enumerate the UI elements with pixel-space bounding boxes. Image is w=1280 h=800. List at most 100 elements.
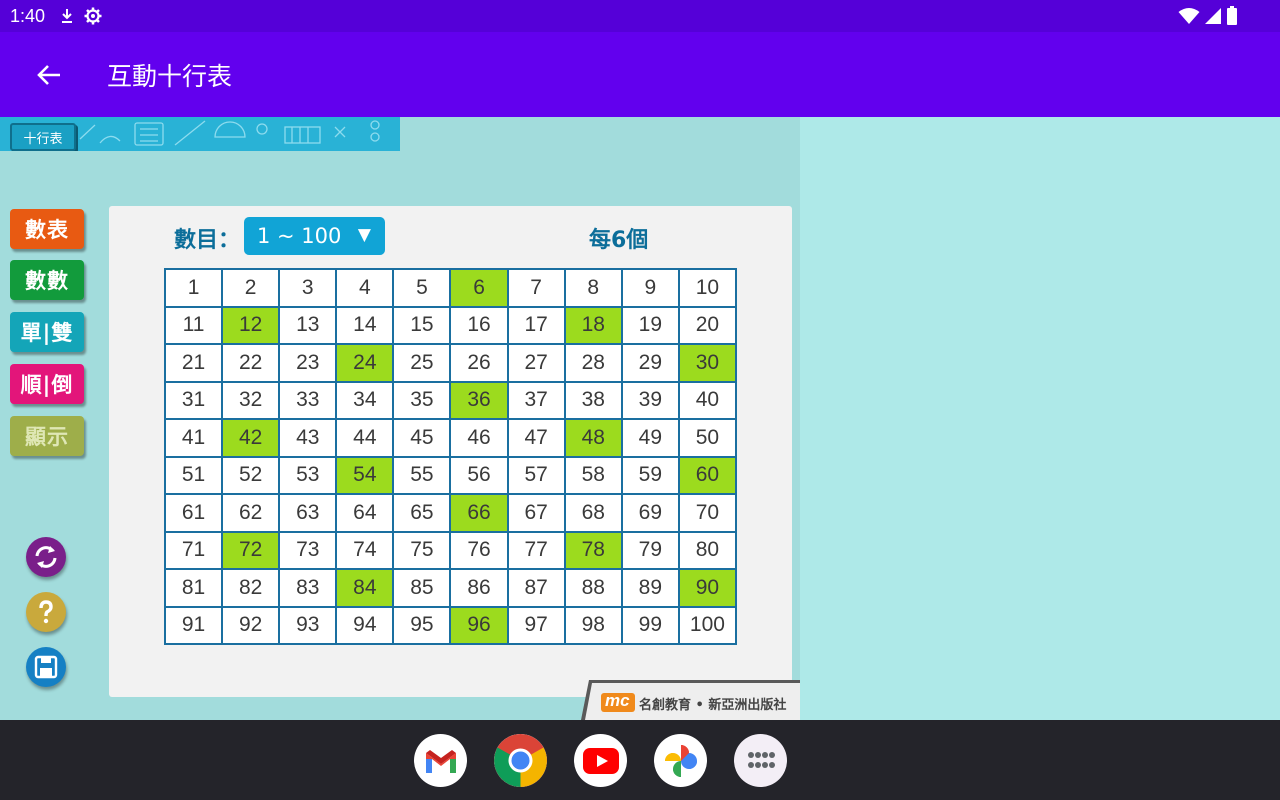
number-cell[interactable]: 70: [679, 495, 735, 531]
number-cell[interactable]: 87: [508, 570, 564, 606]
number-cell[interactable]: 61: [166, 495, 222, 531]
dock-photos[interactable]: [654, 734, 707, 787]
number-cell[interactable]: 9: [622, 270, 678, 306]
number-cell[interactable]: 71: [166, 532, 222, 568]
number-cell[interactable]: 45: [394, 420, 450, 456]
number-cell[interactable]: 27: [508, 345, 564, 381]
number-cell[interactable]: 4: [337, 270, 393, 306]
number-cell[interactable]: 59: [622, 457, 678, 493]
number-cell[interactable]: 58: [565, 457, 621, 493]
back-button[interactable]: [25, 51, 73, 99]
number-cell[interactable]: 11: [166, 307, 222, 343]
number-cell[interactable]: 32: [223, 382, 279, 418]
number-cell[interactable]: 16: [451, 307, 507, 343]
number-cell[interactable]: 98: [565, 607, 621, 643]
number-cell[interactable]: 23: [280, 345, 336, 381]
number-cell[interactable]: 64: [337, 495, 393, 531]
number-cell[interactable]: 72: [223, 532, 279, 568]
range-select[interactable]: 1 ~ 100 ▼: [244, 217, 385, 255]
number-cell[interactable]: 31: [166, 382, 222, 418]
number-cell[interactable]: 39: [622, 382, 678, 418]
number-cell[interactable]: 8: [565, 270, 621, 306]
number-cell[interactable]: 28: [565, 345, 621, 381]
number-cell[interactable]: 74: [337, 532, 393, 568]
number-cell[interactable]: 68: [565, 495, 621, 531]
number-cell[interactable]: 93: [280, 607, 336, 643]
number-cell[interactable]: 7: [508, 270, 564, 306]
number-cell[interactable]: 41: [166, 420, 222, 456]
number-cell[interactable]: 35: [394, 382, 450, 418]
number-cell[interactable]: 25: [394, 345, 450, 381]
number-table-button[interactable]: 數表: [10, 209, 84, 249]
show-button[interactable]: 顯示: [10, 416, 84, 456]
number-cell[interactable]: 22: [223, 345, 279, 381]
number-cell[interactable]: 53: [280, 457, 336, 493]
number-cell[interactable]: 3: [280, 270, 336, 306]
number-cell[interactable]: 5: [394, 270, 450, 306]
help-button[interactable]: [26, 592, 66, 632]
number-cell[interactable]: 47: [508, 420, 564, 456]
number-cell[interactable]: 88: [565, 570, 621, 606]
number-cell[interactable]: 63: [280, 495, 336, 531]
number-cell[interactable]: 1: [166, 270, 222, 306]
number-cell[interactable]: 52: [223, 457, 279, 493]
number-cell[interactable]: 18: [565, 307, 621, 343]
number-cell[interactable]: 92: [223, 607, 279, 643]
number-cell[interactable]: 95: [394, 607, 450, 643]
number-cell[interactable]: 12: [223, 307, 279, 343]
number-cell[interactable]: 15: [394, 307, 450, 343]
number-cell[interactable]: 20: [679, 307, 735, 343]
number-cell[interactable]: 91: [166, 607, 222, 643]
number-cell[interactable]: 13: [280, 307, 336, 343]
number-cell[interactable]: 90: [679, 570, 735, 606]
number-cell[interactable]: 78: [565, 532, 621, 568]
number-cell[interactable]: 36: [451, 382, 507, 418]
number-cell[interactable]: 75: [394, 532, 450, 568]
dock-app-drawer[interactable]: [734, 734, 787, 787]
number-cell[interactable]: 57: [508, 457, 564, 493]
number-cell[interactable]: 54: [337, 457, 393, 493]
number-cell[interactable]: 42: [223, 420, 279, 456]
number-cell[interactable]: 65: [394, 495, 450, 531]
number-cell[interactable]: 33: [280, 382, 336, 418]
odd-even-button[interactable]: 單|雙: [10, 312, 84, 352]
refresh-button[interactable]: [26, 537, 66, 577]
forward-backward-button[interactable]: 順|倒: [10, 364, 84, 404]
counting-button[interactable]: 數數: [10, 260, 84, 300]
number-cell[interactable]: 24: [337, 345, 393, 381]
dock-chrome[interactable]: [494, 734, 547, 787]
number-cell[interactable]: 83: [280, 570, 336, 606]
number-cell[interactable]: 67: [508, 495, 564, 531]
dock-gmail[interactable]: [414, 734, 467, 787]
number-cell[interactable]: 82: [223, 570, 279, 606]
save-button[interactable]: [26, 647, 66, 687]
number-cell[interactable]: 43: [280, 420, 336, 456]
number-cell[interactable]: 60: [679, 457, 735, 493]
number-cell[interactable]: 56: [451, 457, 507, 493]
number-cell[interactable]: 29: [622, 345, 678, 381]
number-cell[interactable]: 34: [337, 382, 393, 418]
dock-youtube[interactable]: [574, 734, 627, 787]
number-cell[interactable]: 55: [394, 457, 450, 493]
number-cell[interactable]: 14: [337, 307, 393, 343]
number-cell[interactable]: 30: [679, 345, 735, 381]
number-cell[interactable]: 86: [451, 570, 507, 606]
number-cell[interactable]: 50: [679, 420, 735, 456]
number-cell[interactable]: 2: [223, 270, 279, 306]
number-cell[interactable]: 48: [565, 420, 621, 456]
number-cell[interactable]: 26: [451, 345, 507, 381]
number-cell[interactable]: 46: [451, 420, 507, 456]
number-cell[interactable]: 66: [451, 495, 507, 531]
number-cell[interactable]: 62: [223, 495, 279, 531]
number-cell[interactable]: 44: [337, 420, 393, 456]
number-cell[interactable]: 84: [337, 570, 393, 606]
number-cell[interactable]: 79: [622, 532, 678, 568]
number-cell[interactable]: 17: [508, 307, 564, 343]
number-cell[interactable]: 96: [451, 607, 507, 643]
number-cell[interactable]: 51: [166, 457, 222, 493]
number-cell[interactable]: 21: [166, 345, 222, 381]
number-cell[interactable]: 94: [337, 607, 393, 643]
number-cell[interactable]: 100: [679, 607, 735, 643]
number-cell[interactable]: 10: [679, 270, 735, 306]
number-cell[interactable]: 99: [622, 607, 678, 643]
